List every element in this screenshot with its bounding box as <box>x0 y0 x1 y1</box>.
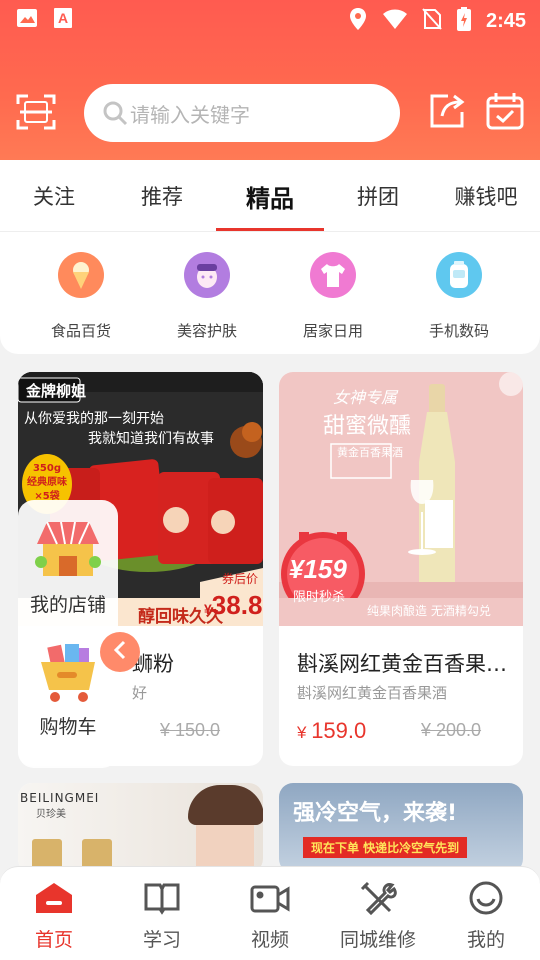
nav-mine[interactable]: 我的 <box>432 881 540 951</box>
product-image-line: 女神专属 <box>333 388 398 407</box>
category-label: 手机数码 <box>428 322 489 340</box>
promo-limit: 限时秒杀 <box>293 590 346 605</box>
chevron-left-icon <box>111 639 129 665</box>
svg-text:A: A <box>58 10 68 26</box>
nav-label: 学习 <box>142 929 181 951</box>
app-header: A 2:45 请输入关键字 <box>0 0 540 160</box>
product-brand: 金牌柳姐 <box>26 382 87 400</box>
product-title: 斟溪网红黄金百香果… <box>297 652 507 676</box>
smile-icon <box>466 881 506 919</box>
ice-cream-icon <box>58 252 104 298</box>
product-brand: BEILINGMEI <box>20 791 100 805</box>
product-image-footer: 纯果肉酿造 无酒精勾兑 <box>367 604 491 618</box>
category-home[interactable]: 居家日用 <box>273 252 393 352</box>
promo-price: ¥159 <box>289 554 347 584</box>
tab-active-indicator <box>216 228 324 231</box>
product-image: 强冷空气，来袭! 现在下单 快递比冷空气先到 <box>279 783 523 873</box>
home-icon <box>34 881 74 919</box>
category-label: 食品百货 <box>50 322 111 340</box>
product-image-line: 从你爱我的那一刻开始 <box>24 411 164 427</box>
calendar-checkin-icon[interactable] <box>486 92 524 130</box>
book-icon <box>142 881 182 919</box>
tab-recommend[interactable]: 推荐 <box>108 160 216 232</box>
category-tabs: 关注 推荐 精品 拼团 赚钱吧 <box>0 160 540 232</box>
product-card[interactable]: BEILINGMEI 贝珍美 <box>18 783 263 873</box>
status-bar: A 2:45 <box>0 0 540 36</box>
tools-icon <box>358 881 398 919</box>
product-price: ¥ 159.0 <box>297 718 367 743</box>
product-image: 女神专属 甜蜜微醺 黄金百香果酒 ¥159 限时秒杀 纯果肉酿造 无酒精勾兑 <box>279 372 523 626</box>
face-mask-icon <box>184 252 230 298</box>
video-icon <box>250 881 290 919</box>
category-digital[interactable]: 手机数码 <box>399 252 519 352</box>
my-shop-button[interactable]: 我的店铺 <box>18 518 118 617</box>
nav-label: 首页 <box>34 929 73 951</box>
product-title: 蛳粉 <box>132 652 174 676</box>
search-input[interactable]: 请输入关键字 <box>130 99 250 128</box>
category-beauty[interactable]: 美容护肤 <box>147 252 267 352</box>
cart-icon <box>35 640 101 708</box>
tab-group-buy[interactable]: 拼团 <box>324 160 432 232</box>
shop-icon <box>33 518 103 586</box>
category-grid: 食品百货 美容护肤 居家日用 手机数码 <box>0 232 540 354</box>
bottom-navigation: 首页 学习 视频 同城维修 我的 <box>0 866 540 960</box>
category-food[interactable]: 食品百货 <box>21 252 141 352</box>
floating-shortcut-panel: 我的店铺 购物车 <box>18 500 118 768</box>
device-icon <box>436 252 482 298</box>
product-subtitle: 好 <box>132 684 148 702</box>
promo-headline: 强冷空气，来袭! <box>293 801 458 826</box>
tab-featured[interactable]: 精品 <box>216 160 324 232</box>
tab-follow[interactable]: 关注 <box>0 160 108 232</box>
product-card[interactable]: 强冷空气，来袭! 现在下单 快递比冷空气先到 <box>279 783 523 873</box>
location-icon <box>348 7 368 36</box>
nav-local-repair[interactable]: 同城维修 <box>324 881 432 951</box>
wifi-icon <box>382 8 408 35</box>
product-image-line: 我就知道我们有故事 <box>88 431 214 447</box>
my-shop-label: 我的店铺 <box>29 594 106 616</box>
tab-earn[interactable]: 赚钱吧 <box>432 160 540 232</box>
promo-ribbon: 现在下单 快递比冷空气先到 <box>303 837 468 858</box>
badge-weight: 350g <box>32 463 62 474</box>
category-label: 美容护肤 <box>176 322 237 340</box>
product-image-tag: 黄金百香果酒 <box>337 446 403 459</box>
badge-desc: 经典原味 <box>27 477 67 488</box>
app-notification-icon: A <box>52 7 74 34</box>
status-time: 2:45 <box>485 10 526 32</box>
product-card[interactable]: 女神专属 甜蜜微醺 黄金百香果酒 ¥159 限时秒杀 纯果肉酿造 无酒精勾兑 斟… <box>279 372 523 766</box>
cart-label: 购物车 <box>39 716 97 738</box>
nav-label: 视频 <box>250 929 289 951</box>
nav-study[interactable]: 学习 <box>108 881 216 951</box>
product-old-price: ¥ 200.0 <box>421 720 482 740</box>
product-old-price: ¥ 150.0 <box>160 720 221 740</box>
coupon-label: 券后价 <box>222 572 259 586</box>
product-image: BEILINGMEI 贝珍美 <box>18 783 263 873</box>
search-icon <box>102 100 128 126</box>
search-box[interactable]: 请输入关键字 <box>84 84 400 142</box>
collapse-panel-button[interactable] <box>100 632 140 672</box>
battery-icon <box>456 6 472 37</box>
gallery-icon <box>16 7 38 34</box>
product-image-line: 甜蜜微醺 <box>323 414 412 439</box>
nav-video[interactable]: 视频 <box>216 881 324 951</box>
scan-icon[interactable] <box>16 92 56 132</box>
nav-label: 同城维修 <box>339 929 416 951</box>
share-icon[interactable] <box>428 92 466 130</box>
no-sim-icon <box>422 7 442 36</box>
product-subtitle: 斟溪网红黄金百香果酒 <box>297 684 448 702</box>
nav-label: 我的 <box>466 929 505 951</box>
nav-home[interactable]: 首页 <box>0 881 108 951</box>
tshirt-icon <box>310 252 356 298</box>
product-brand-cn: 贝珍美 <box>36 809 66 820</box>
category-label: 居家日用 <box>302 322 363 340</box>
coupon-price: ¥38.8 <box>204 590 263 620</box>
